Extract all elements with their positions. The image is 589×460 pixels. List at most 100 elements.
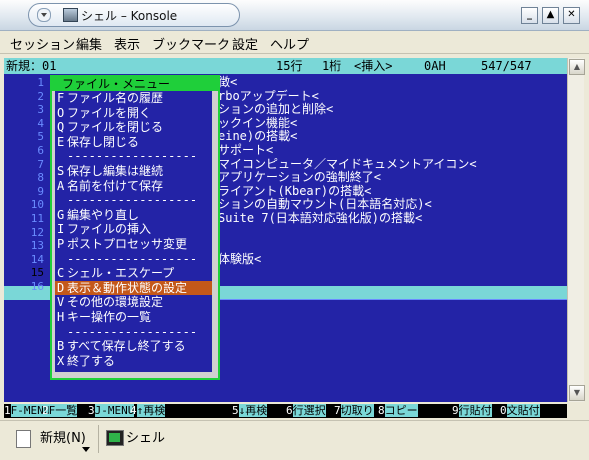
file-menu-popup: ファイル・メニュー F ファイル名の履歴 O ファイルを開く Q ファイルを閉じる E 保存し… (50, 75, 220, 380)
function-key-label: 行貼付 (458, 404, 492, 417)
line-number: 13 (30, 239, 44, 252)
menu-separator: ------------------ (55, 149, 212, 163)
menu-item[interactable]: C シェル・エスケープ (55, 266, 212, 280)
shell-tab[interactable]: シェル (126, 426, 165, 452)
menu-item-label: 保存し編集は継続 (67, 164, 164, 178)
menu-item[interactable]: F ファイル名の履歴 (55, 91, 212, 105)
menu-item[interactable]: G 編集やり直し (55, 208, 212, 222)
tab-separator (98, 425, 99, 453)
shell-tab-icon (106, 430, 124, 446)
function-key-number: 9 (452, 404, 459, 417)
menu-item-label: 編集やり直し (67, 208, 140, 222)
function-key-8[interactable]: 8コピー (378, 404, 418, 418)
line-text: 体験版< (218, 252, 262, 266)
line-number: 10 (30, 198, 44, 211)
editor-status-line: 新規：01 15行 1桁 <挿入> 0AH 547/547 (4, 58, 567, 74)
menu-settings[interactable]: 設定 (232, 34, 258, 53)
line-text: アプリケーションの強制終了< (218, 170, 381, 184)
function-key-number: 6 (286, 404, 293, 417)
line-number: 4 (37, 117, 44, 130)
menu-item-key: F (57, 91, 65, 105)
menu-item[interactable]: D 表示＆動作状態の設定 (55, 281, 212, 295)
function-key-4[interactable]: 4↑再検 (130, 404, 166, 418)
line-number: 12 (30, 226, 44, 239)
line-number: 6 (37, 144, 44, 157)
line-number: 5 (37, 130, 44, 143)
function-key-label: 文貼付 (506, 404, 540, 417)
function-key-bar: 1F-MENU 2F一覧 3J-MENU 4↑再検 5↓再検 6行選択 7切取り 8コピー 9行… (4, 404, 567, 418)
menu-edit[interactable]: 編集 (76, 34, 102, 53)
line-text: ションの自動マウント(日本語名対応)< (218, 197, 432, 211)
close-button[interactable]: ✕ (563, 7, 580, 24)
menu-item-label: ファイルを開く (67, 106, 152, 120)
function-key-0[interactable]: 0文貼付 (500, 404, 540, 418)
menu-item-key: A (57, 179, 65, 193)
status-file: 新規：01 (6, 59, 57, 73)
line-number: 9 (37, 185, 44, 198)
menu-item[interactable]: E 保存し閉じる (55, 135, 212, 149)
vertical-scrollbar[interactable]: ▲ ▼ (567, 58, 585, 402)
function-key-2[interactable]: 2F一覧 (42, 404, 78, 418)
menu-item-key: S (57, 164, 65, 178)
title-bar[interactable]: シェル – Konsole _ ▲ ✕ (0, 0, 589, 31)
menu-item[interactable]: H キー操作の一覧 (55, 310, 212, 324)
function-key-label: 切取り (340, 404, 374, 417)
menu-item[interactable]: X 終了する (55, 354, 212, 368)
new-session-button[interactable]: 新規(N) (40, 426, 86, 452)
function-key-number: 0 (500, 404, 507, 417)
file-menu-items: F ファイル名の履歴 O ファイルを開く Q ファイルを閉じる E 保存し閉じる -------… (55, 91, 212, 372)
menu-item-key: B (57, 339, 65, 353)
menu-item-key: C (57, 266, 65, 280)
menu-item[interactable]: B すべて保存し終了する (55, 339, 212, 353)
function-key-label: F一覧 (48, 404, 78, 417)
terminal-area[interactable]: 新規：01 15行 1桁 <挿入> 0AH 547/547 1 徴< 2 rboアップ… (4, 58, 567, 402)
menu-item[interactable]: V その他の環境設定 (55, 295, 212, 309)
line-number: 2 (37, 90, 44, 103)
window-menu-icon[interactable] (37, 8, 51, 22)
menu-bar: セッション 編集 表示 ブックマーク 設定 ヘルプ (0, 31, 589, 54)
line-text: ションの追加と削除< (218, 102, 334, 116)
menu-bookmarks[interactable]: ブックマーク (152, 34, 230, 53)
scroll-up-button[interactable]: ▲ (569, 59, 585, 75)
status-pos: 547/547 (481, 59, 532, 73)
menu-item[interactable]: Q ファイルを閉じる (55, 120, 212, 134)
line-number: 3 (37, 103, 44, 116)
menu-separator: ------------------ (55, 252, 212, 266)
status-line: 15行 (276, 59, 303, 73)
status-mode: <挿入> (354, 59, 393, 73)
function-key-3[interactable]: 3J-MENU (88, 404, 135, 418)
menu-help[interactable]: ヘルプ (270, 34, 309, 53)
menu-item-key: G (57, 208, 65, 222)
function-key-number: 4 (130, 404, 137, 417)
menu-view[interactable]: 表示 (114, 34, 140, 53)
title-pill[interactable]: シェル – Konsole (28, 3, 240, 27)
konsole-app-icon (63, 8, 78, 22)
function-key-9[interactable]: 9行貼付 (452, 404, 492, 418)
minimize-button[interactable]: _ (521, 7, 538, 24)
menu-item[interactable]: S 保存し編集は継続 (55, 164, 212, 178)
line-text: サポート< (218, 143, 274, 157)
menu-item[interactable]: P ポストプロセッサ変更 (55, 237, 212, 251)
window-title: シェル – Konsole (81, 9, 178, 23)
menu-item[interactable]: I ファイルの挿入 (55, 222, 212, 236)
scroll-down-button[interactable]: ▼ (569, 385, 585, 401)
line-number: 1 (37, 76, 44, 89)
line-number: 11 (30, 212, 44, 225)
function-key-6[interactable]: 6行選択 (286, 404, 326, 418)
new-session-icon[interactable] (16, 430, 31, 448)
menu-item[interactable]: O ファイルを開く (55, 106, 212, 120)
maximize-button[interactable]: ▲ (542, 7, 559, 24)
function-key-number: 3 (88, 404, 95, 417)
function-key-number: 1 (4, 404, 11, 417)
menu-item-label: ------------------ (67, 149, 198, 163)
line-number: 14 (30, 253, 44, 266)
menu-item-label: キー操作の一覧 (67, 310, 152, 324)
new-session-dropdown-icon[interactable] (82, 447, 90, 452)
menu-item-label: ポストプロセッサ変更 (67, 237, 188, 251)
function-key-7[interactable]: 7切取り (334, 404, 374, 418)
menu-item[interactable]: A 名前を付けて保存 (55, 179, 212, 193)
function-key-5[interactable]: 5↓再検 (232, 404, 268, 418)
function-key-number: 2 (42, 404, 49, 417)
menu-item-key: P (57, 237, 65, 251)
menu-session[interactable]: セッション (10, 34, 75, 53)
